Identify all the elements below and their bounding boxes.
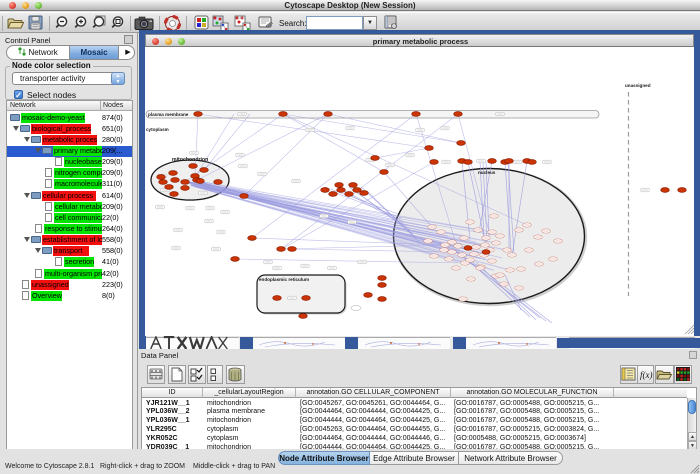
svg-text:nucleus: nucleus	[478, 170, 496, 175]
svg-text:plasma membrane: plasma membrane	[148, 112, 189, 117]
svg-text:f(x): f(x)	[640, 370, 653, 380]
svg-text:endoplasmic reticulum: endoplasmic reticulum	[259, 277, 309, 282]
svg-text:unassigned: unassigned	[625, 83, 651, 88]
svg-text:cytoplasm: cytoplasm	[146, 127, 169, 132]
svg-text:mitochondrion: mitochondrion	[172, 157, 208, 163]
